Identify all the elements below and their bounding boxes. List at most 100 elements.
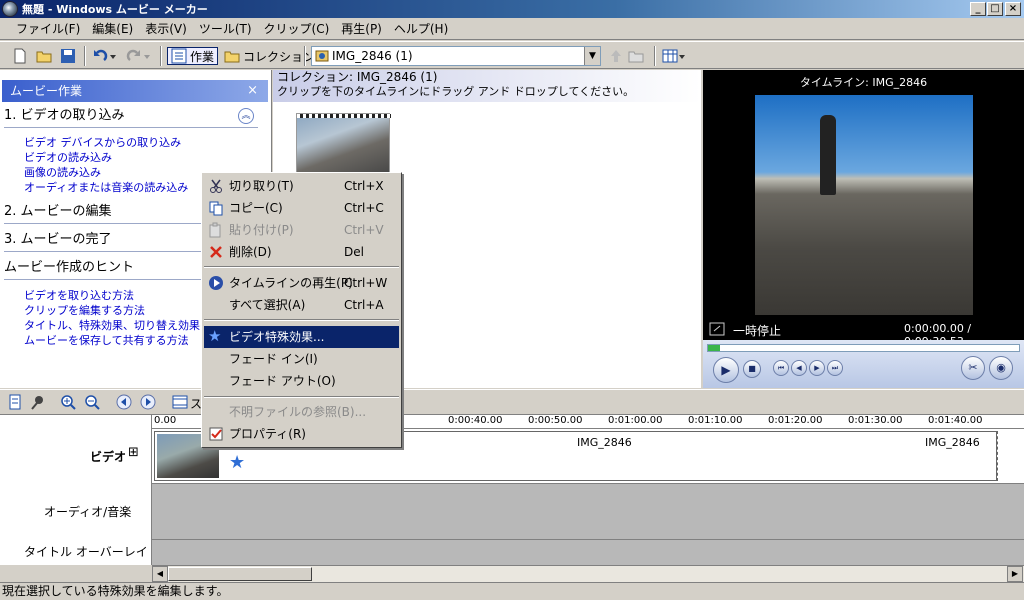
menu-item-label: プロパティ(R)	[229, 427, 306, 441]
menu-item-label: 削除(D)	[229, 245, 272, 259]
collection-hint: クリップを下のタイムラインにドラッグ アンド ドロップしてください。	[277, 85, 635, 98]
link-how-to-save-share[interactable]: ムービーを保存して共有する方法	[24, 333, 189, 348]
stop-icon[interactable]: ■	[743, 360, 761, 378]
context-menu: 切り取り(T) Ctrl+X コピー(C) Ctrl+C 貼り付け(P) Ctr…	[201, 172, 402, 448]
split-icon[interactable]	[709, 322, 725, 339]
section-title: ムービー作成のヒント	[4, 260, 135, 275]
delete-icon	[208, 244, 224, 260]
menu-edit[interactable]: 編集(E)	[86, 20, 139, 37]
close-button[interactable]: ×	[1005, 2, 1021, 16]
menu-item-select-all[interactable]: すべて選択(A) Ctrl+A	[204, 294, 399, 316]
menu-item-play-timeline[interactable]: タイムラインの再生(P) Ctrl+W	[204, 272, 399, 294]
menu-file[interactable]: ファイル(F)	[10, 20, 86, 37]
rewind-timeline-icon[interactable]	[116, 394, 132, 413]
rewind-icon[interactable]: ◀	[791, 360, 807, 376]
menu-tools[interactable]: ツール(T)	[193, 20, 258, 37]
menu-item-shortcut: Ctrl+W	[344, 276, 388, 290]
preview-status-bar: 一時停止 0:00:00.00 / 0:09:30.53	[703, 320, 1024, 348]
menu-item-shortcut: Ctrl+V	[344, 223, 384, 237]
preview-controls: ▶ ■ ⏮ ◀ ▶ ⏭ ✂ ◉	[703, 340, 1024, 388]
menu-item-label: コピー(C)	[229, 201, 283, 215]
chevron-up-icon[interactable]: ︽	[238, 108, 254, 124]
link-how-to-add-titles[interactable]: タイトル、特殊効果、切り替え効果の追	[24, 318, 222, 333]
clip-thumbnail[interactable]	[296, 113, 391, 178]
maximize-button[interactable]: □	[987, 2, 1003, 16]
menu-item-shortcut: Del	[344, 245, 364, 259]
link-import-video[interactable]: ビデオの読み込み	[24, 150, 112, 165]
save-icon[interactable]	[60, 47, 76, 65]
title-overlay-track[interactable]	[152, 539, 1024, 565]
minimize-button[interactable]: _	[970, 2, 986, 16]
menu-help[interactable]: ヘルプ(H)	[388, 20, 454, 37]
menu-item-copy[interactable]: コピー(C) Ctrl+C	[204, 197, 399, 219]
close-icon[interactable]: ×	[247, 80, 258, 102]
link-how-to-capture[interactable]: ビデオを取り込む方法	[24, 288, 134, 303]
menu-item-browse-missing-file: 不明ファイルの参照(B)...	[204, 401, 399, 423]
view-options-icon[interactable]	[662, 47, 686, 65]
section-title: 1. ビデオの取り込み	[4, 108, 125, 123]
expand-icon[interactable]: ⊞	[128, 445, 139, 460]
menu-item-label: 不明ファイルの参照(B)...	[229, 405, 367, 419]
split-clip-icon[interactable]: ✂	[961, 356, 985, 380]
menu-item-label: フェード アウト(O)	[229, 374, 336, 388]
ruler-tick: 0:01:30.00	[848, 415, 903, 426]
previous-icon[interactable]: ⏮	[773, 360, 789, 376]
menu-item-label: ビデオ特殊効果...	[229, 330, 325, 344]
seek-thumb[interactable]	[708, 345, 720, 351]
transition-slot[interactable]	[997, 431, 1024, 481]
link-import-audio[interactable]: オーディオまたは音楽の読み込み	[24, 180, 188, 195]
playback-status: 一時停止	[733, 324, 782, 338]
audio-track-label: オーディオ/音楽	[44, 505, 132, 519]
zoom-in-icon[interactable]	[60, 394, 76, 413]
menu-item-delete[interactable]: 削除(D) Del	[204, 241, 399, 263]
menu-item-cut[interactable]: 切り取り(T) Ctrl+X	[204, 175, 399, 197]
zoom-out-icon[interactable]	[84, 394, 100, 413]
menu-item-fade-out[interactable]: フェード アウト(O)	[204, 370, 399, 392]
menu-clip[interactable]: クリップ(C)	[258, 20, 336, 37]
link-how-to-edit[interactable]: クリップを編集する方法	[24, 303, 145, 318]
narration-mic-icon[interactable]	[30, 394, 46, 413]
menu-item-properties[interactable]: プロパティ(R)	[204, 423, 399, 445]
menu-item-label: 貼り付け(P)	[229, 223, 294, 237]
scroll-thumb[interactable]	[168, 567, 312, 581]
undo-icon[interactable]	[92, 47, 116, 65]
collection-combo[interactable]: IMG_2846 (1) ▼	[311, 46, 601, 66]
chevron-down-icon[interactable]: ▼	[584, 47, 600, 65]
menu-item-fade-in[interactable]: フェード イン(I)	[204, 348, 399, 370]
seek-bar[interactable]	[707, 344, 1020, 352]
preview-monitor: タイムライン: IMG_2846 一時停止 0:00:00.00 / 0:09:…	[703, 70, 1024, 388]
link-capture-from-device[interactable]: ビデオ デバイスからの取り込み	[24, 135, 181, 150]
audio-track[interactable]	[152, 483, 1024, 539]
ruler-tick: 0:00:50.00	[528, 415, 583, 426]
storyboard-toggle-icon[interactable]	[8, 394, 22, 413]
section-capture-video[interactable]: 1. ビデオの取り込み ︽	[4, 106, 258, 128]
status-bar: 現在選択している特殊効果を編集します。	[0, 582, 1024, 600]
clip-name: IMG_2846	[925, 436, 980, 449]
menu-play[interactable]: 再生(P)	[335, 20, 388, 37]
menu-view[interactable]: 表示(V)	[139, 20, 193, 37]
collection-button[interactable]: コレクション	[224, 47, 315, 65]
scroll-right-icon[interactable]: ▶	[1007, 566, 1023, 582]
play-timeline-icon[interactable]	[140, 394, 156, 413]
next-icon[interactable]: ⏭	[827, 360, 843, 376]
play-icon[interactable]: ▶	[713, 357, 739, 383]
ruler-tick: 0:01:00.00	[608, 415, 663, 426]
camera-icon[interactable]: ◉	[989, 356, 1013, 380]
menu-item-paste: 貼り付け(P) Ctrl+V	[204, 219, 399, 241]
open-folder-icon[interactable]	[36, 47, 52, 65]
menu-separator	[204, 319, 399, 321]
link-import-pictures[interactable]: 画像の読み込み	[24, 165, 101, 180]
video-content	[820, 115, 836, 195]
new-project-icon[interactable]	[12, 47, 28, 65]
collection-combo-icon	[315, 49, 329, 66]
scroll-left-icon[interactable]: ◀	[152, 566, 168, 582]
horizontal-scrollbar[interactable]: ◀ ▶	[152, 565, 1024, 582]
app-icon[interactable]	[2, 1, 18, 17]
task-button[interactable]: 作業	[167, 47, 219, 65]
menu-item-video-effects[interactable]: ★ ビデオ特殊効果...	[204, 326, 399, 348]
star-icon: ★	[229, 452, 246, 473]
forward-icon[interactable]: ▶	[809, 360, 825, 376]
show-storyboard-icon[interactable]	[172, 394, 188, 413]
collection-combo-value: IMG_2846 (1)	[332, 49, 413, 63]
timeline-toolbar: ス	[0, 389, 1024, 415]
